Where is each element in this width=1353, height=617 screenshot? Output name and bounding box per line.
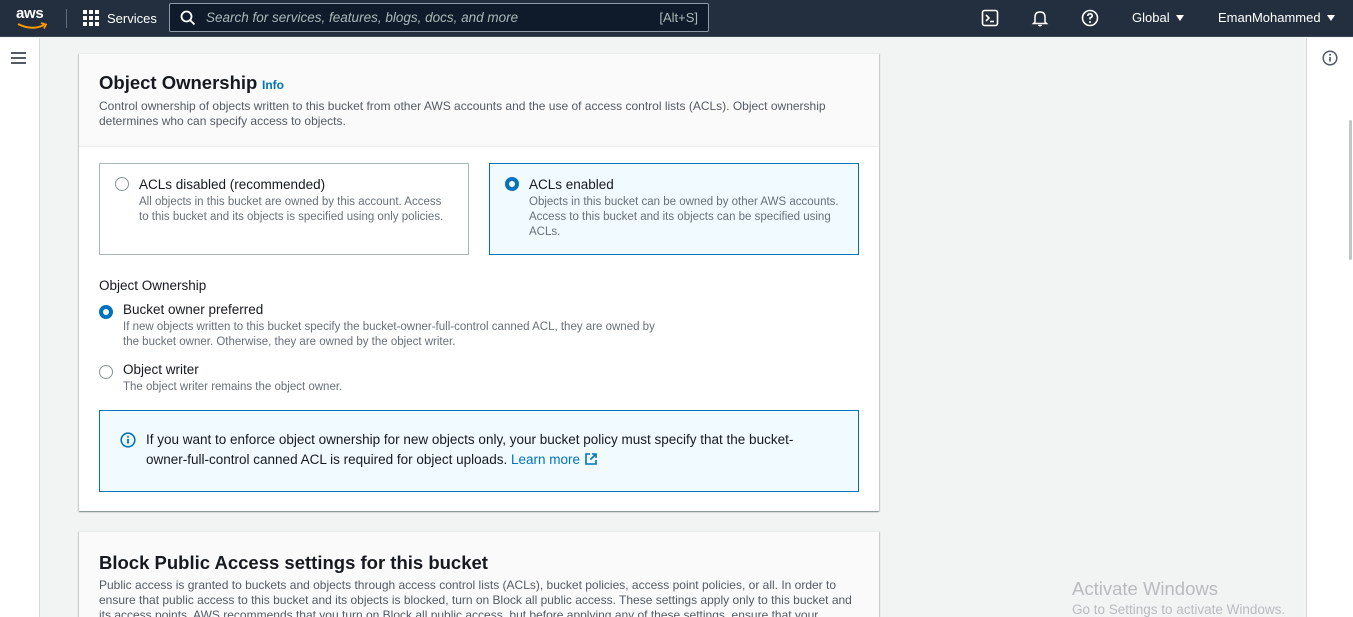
region-selector[interactable]: Global: [1132, 10, 1184, 25]
acls-enabled-tile[interactable]: ACLs enabled Objects in this bucket can …: [489, 163, 859, 255]
object-writer-radio[interactable]: [99, 365, 113, 379]
search-bar[interactable]: [Alt+S]: [169, 3, 709, 32]
bell-icon[interactable]: [1031, 9, 1049, 27]
watermark-subtitle: Go to Settings to activate Windows.: [1072, 602, 1286, 617]
account-menu[interactable]: EmanMohammed: [1218, 10, 1335, 25]
bucket-owner-preferred-radio[interactable]: [99, 305, 113, 319]
tile-label: ACLs disabled (recommended): [139, 177, 326, 192]
chevron-down-icon: [1175, 14, 1184, 21]
ownership-field-label: Object Ownership: [99, 278, 207, 293]
search-shortcut-hint: [Alt+S]: [659, 10, 698, 25]
chevron-down-icon: [1326, 14, 1335, 21]
watermark-title: Activate Windows: [1072, 578, 1218, 599]
panel-header: Object Ownership Info Control ownership …: [79, 54, 879, 147]
alert-text-block: If you want to enforce object ownership …: [146, 430, 826, 470]
option-description: If new objects written to this bucket sp…: [123, 321, 655, 348]
tile-description: Objects in this bucket can be owned by o…: [529, 196, 839, 238]
left-navigation-rail: [0, 38, 40, 617]
acls-disabled-radio[interactable]: [115, 177, 129, 191]
panel-title: Object Ownership: [99, 72, 258, 93]
acls-enabled-radio[interactable]: [505, 177, 519, 191]
info-alert: If you want to enforce object ownership …: [99, 410, 859, 492]
region-label: Global: [1132, 10, 1170, 25]
panel-title: Block Public Access settings for this bu…: [99, 552, 488, 573]
search-icon: [180, 10, 196, 25]
info-icon: [120, 432, 136, 448]
tile-label: ACLs enabled: [529, 177, 614, 192]
aws-logo-text: aws: [16, 5, 44, 22]
search-input[interactable]: [196, 10, 660, 25]
object-ownership-panel: Object Ownership Info Control ownership …: [79, 53, 879, 511]
option-description: The object writer remains the object own…: [123, 381, 343, 393]
activate-windows-watermark: Activate Windows Go to Settings to activ…: [1072, 578, 1285, 617]
help-icon[interactable]: [1081, 9, 1099, 27]
aws-smile-icon: [17, 22, 48, 29]
option-label: Bucket owner preferred: [123, 302, 264, 317]
services-grid-icon: [83, 10, 99, 26]
learn-more-link[interactable]: Learn more: [511, 452, 580, 467]
option-label: Object writer: [123, 362, 199, 377]
menu-icon[interactable]: [11, 52, 26, 64]
external-link-icon[interactable]: [584, 452, 598, 466]
services-label: Services: [107, 10, 157, 26]
cloudshell-icon[interactable]: [981, 9, 999, 27]
nav-divider: [66, 9, 67, 28]
alert-message: If you want to enforce object ownership …: [146, 432, 794, 467]
scrollbar[interactable]: [1349, 120, 1352, 260]
services-menu-button[interactable]: Services: [83, 8, 157, 28]
account-name: EmanMohammed: [1218, 10, 1321, 25]
panel-description: Control ownership of objects written to …: [99, 99, 826, 128]
block-public-access-panel: Block Public Access settings for this bu…: [79, 531, 879, 617]
info-link[interactable]: Info: [262, 78, 284, 92]
panel-description: Public access is granted to buckets and …: [99, 578, 852, 617]
top-navigation: aws Services [Alt+S] Global: [0, 0, 1353, 37]
right-tools-rail: [1306, 38, 1353, 617]
acls-disabled-tile[interactable]: ACLs disabled (recommended) All objects …: [99, 163, 469, 255]
aws-logo[interactable]: aws: [16, 5, 50, 31]
tile-description: All objects in this bucket are owned by …: [139, 196, 444, 223]
info-panel-icon[interactable]: [1322, 50, 1338, 66]
